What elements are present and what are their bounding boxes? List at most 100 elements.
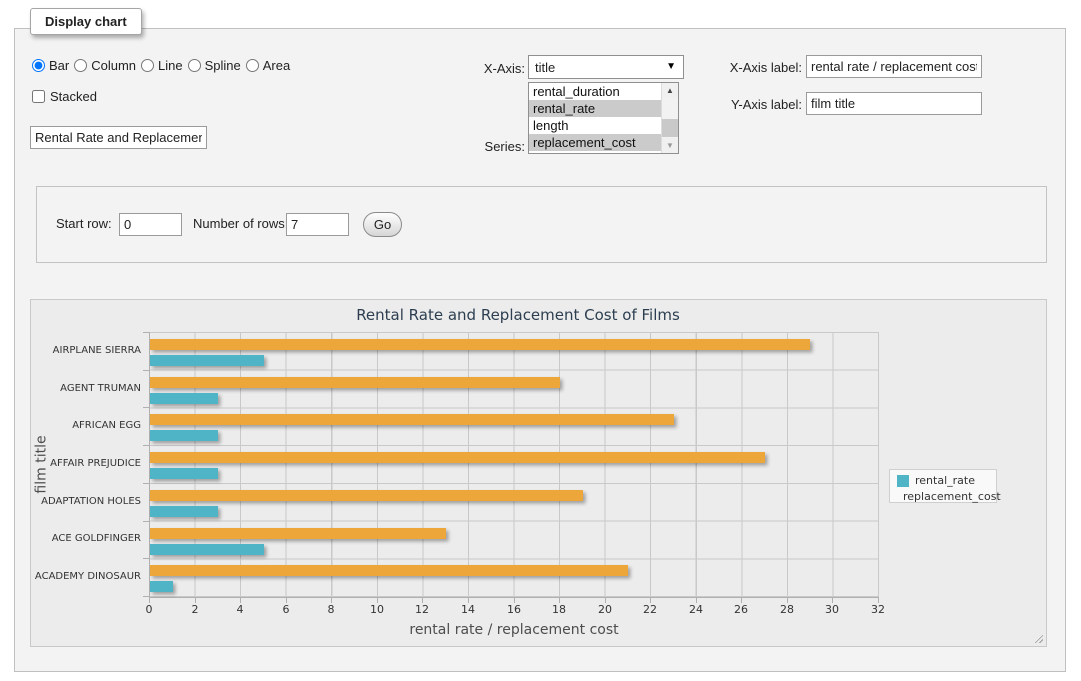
chart-type-radio-label: Column [91,58,136,73]
series-multiselect[interactable]: rental_durationrental_ratelengthreplacem… [528,82,679,154]
chart-type-radio-label: Line [158,58,183,73]
bar-replacement_cost[interactable] [150,528,446,539]
x-axis-tick-label: 12 [402,603,442,616]
row-range-panel: Start row: Number of rows: Go [36,186,1047,263]
number-of-rows-input[interactable] [286,213,349,236]
y-axis-line [149,332,150,598]
chevron-down-icon: ▼ [666,61,676,72]
chart-title-input[interactable] [30,126,207,149]
x-axis-label-caption: X-Axis label: [715,60,802,75]
bar-rental_rate[interactable] [150,468,218,479]
x-axis-tick-label: 16 [494,603,534,616]
y-axis-tick [143,445,149,446]
legend-label: rental_rate [915,474,975,487]
x-axis-tick-label: 6 [266,603,306,616]
category-label: AGENT TRUMAN [31,383,141,394]
x-axis-label-input[interactable] [806,55,982,78]
go-button[interactable]: Go [363,212,402,237]
category-label: AIRPLANE SIERRA [31,345,141,356]
chart-type-radio-label: Area [263,58,290,73]
series-option-rental_duration[interactable]: rental_duration [529,83,661,100]
bar-rental_rate[interactable] [150,581,173,592]
stacked-checkbox-row[interactable]: Stacked [32,89,97,104]
y-axis-label-input[interactable] [806,92,982,115]
legend-item-replacement_cost[interactable]: replacement_cost [897,489,996,504]
x-axis-tick-label: 32 [858,603,898,616]
series-option-length[interactable]: length [529,117,661,134]
bar-replacement_cost[interactable] [150,377,560,388]
x-axis-tick-label: 4 [220,603,260,616]
chart-title: Rental Rate and Replacement Cost of Film… [31,306,1005,324]
start-row-label: Start row: [56,216,112,231]
chart-type-radio-group: Bar Column Line Spline Area [32,58,295,73]
y-axis-tick [143,370,149,371]
chart-type-radio-bar[interactable] [32,59,45,72]
bar-replacement_cost[interactable] [150,565,628,576]
x-axis-tick-label: 0 [129,603,169,616]
x-axis-title: rental rate / replacement cost [149,622,879,638]
x-axis-tick-label: 8 [311,603,351,616]
legend-label: replacement_cost [903,490,1001,503]
x-axis-tick-label: 26 [721,603,761,616]
x-axis-tick-label: 22 [630,603,670,616]
chart-type-radio-spline[interactable] [188,59,201,72]
chart-type-option-column[interactable]: Column [74,58,136,73]
x-axis-select[interactable]: title ▼ [528,55,684,79]
scrollbar-thumb[interactable] [662,119,678,137]
chart-container: Rental Rate and Replacement Cost of Film… [30,299,1047,647]
x-axis-tick-label: 20 [585,603,625,616]
y-axis-tick [143,332,149,333]
x-axis-selected-value: title [535,60,555,75]
stacked-label: Stacked [50,89,97,104]
series-option-rental_rate[interactable]: rental_rate [529,100,661,117]
x-axis-tick-label: 10 [357,603,397,616]
chart-type-radio-label: Bar [49,58,69,73]
x-axis-tick-label: 24 [676,603,716,616]
x-axis-tick-label: 30 [812,603,852,616]
chart-legend: rental_rate replacement_cost [889,469,997,503]
chart-type-radio-line[interactable] [141,59,154,72]
bar-replacement_cost[interactable] [150,490,583,501]
chart-type-option-bar[interactable]: Bar [32,58,69,73]
x-axis-tick-label: 14 [448,603,488,616]
series-option-replacement_cost[interactable]: replacement_cost [529,134,661,151]
fieldset-legend: Display chart [30,8,142,35]
bar-rental_rate[interactable] [150,393,218,404]
series-select-label: Series: [445,139,525,154]
chart-type-radio-area[interactable] [246,59,259,72]
category-label: ACE GOLDFINGER [31,533,141,544]
series-options: rental_durationrental_ratelengthreplacem… [529,83,678,151]
y-axis-tick [143,558,149,559]
bar-replacement_cost[interactable] [150,339,810,350]
scroll-up-icon[interactable]: ▲ [662,83,678,98]
scroll-down-icon[interactable]: ▼ [662,138,678,153]
y-axis-tick [143,596,149,597]
y-axis-tick [143,407,149,408]
start-row-input[interactable] [119,213,182,236]
page: Display chart Bar Column Line Spline Area St… [0,0,1081,681]
x-axis-select-label: X-Axis: [445,61,525,76]
bar-replacement_cost[interactable] [150,414,674,425]
chart-type-radio-column[interactable] [74,59,87,72]
plot-area [149,332,879,597]
chart-type-option-line[interactable]: Line [141,58,183,73]
category-label: ACADEMY DINOSAUR [31,571,141,582]
legend-swatch-icon [897,475,909,487]
x-axis-tick-label: 28 [767,603,807,616]
bar-rental_rate[interactable] [150,506,218,517]
x-axis-tick-label: 18 [539,603,579,616]
legend-item-rental_rate[interactable]: rental_rate [897,473,996,488]
bar-rental_rate[interactable] [150,355,264,366]
bar-replacement_cost[interactable] [150,452,765,463]
y-axis-label-caption: Y-Axis label: [715,97,802,112]
chart-type-radio-label: Spline [205,58,241,73]
number-of-rows-label: Number of rows: [193,216,288,231]
y-axis-tick [143,483,149,484]
chart-type-option-area[interactable]: Area [246,58,290,73]
bar-rental_rate[interactable] [150,430,218,441]
chart-type-option-spline[interactable]: Spline [188,58,241,73]
bar-rental_rate[interactable] [150,544,264,555]
series-scrollbar[interactable]: ▲ ▼ [661,83,678,153]
resize-handle-icon[interactable] [1032,632,1043,643]
stacked-checkbox[interactable] [32,90,45,103]
